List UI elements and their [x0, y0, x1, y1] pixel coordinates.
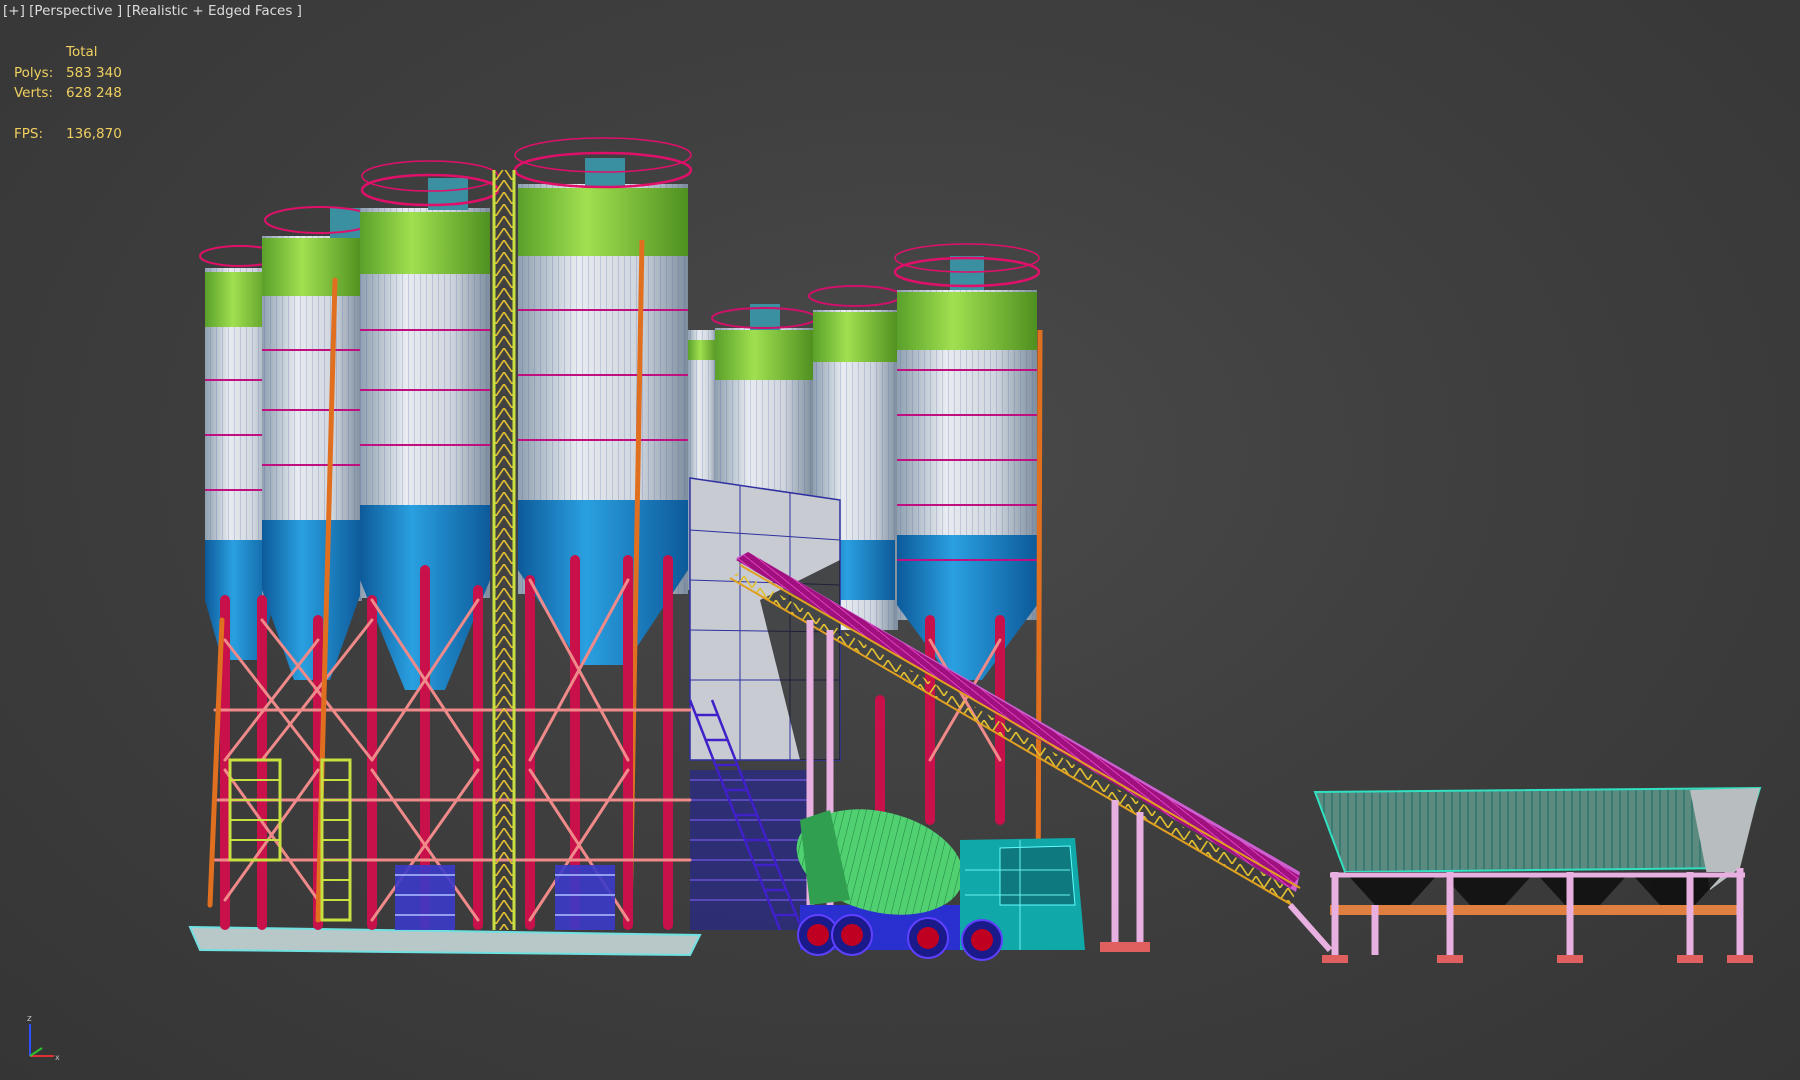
fps-value: 136,870 [66, 125, 122, 142]
3d-viewport[interactable]: [+] [Perspective ] [Realistic + Edged Fa… [0, 0, 1800, 1080]
axis-tripod-icon: z x [27, 1014, 60, 1062]
foundation-slab [188, 925, 702, 957]
shading-mode-menu[interactable]: [Realistic + Edged Faces ] [126, 3, 301, 19]
polys-value: 583 340 [66, 64, 122, 81]
stats-column-header: Total [66, 44, 98, 60]
silo-2 [262, 206, 376, 680]
axis-x-label: x [55, 1053, 60, 1062]
scene-render[interactable] [0, 0, 1800, 1080]
statistics-overlay: Total Polys: 583 340 Verts: 628 248 FPS: 13… [14, 42, 122, 144]
verts-label: Verts: [14, 85, 53, 101]
axis-z-label: z [27, 1014, 32, 1024]
viewport-label: [+] [Perspective ] [Realistic + Edged Fa… [3, 3, 302, 19]
viewport-menu-button[interactable]: [+] [3, 3, 25, 19]
aggregate-bins [1313, 786, 1762, 963]
fps-label: FPS: [14, 125, 44, 142]
verts-value: 628 248 [66, 85, 122, 101]
polys-label: Polys: [14, 64, 54, 81]
view-type-menu[interactable]: [Perspective ] [29, 3, 122, 19]
silo-right [893, 243, 1043, 921]
